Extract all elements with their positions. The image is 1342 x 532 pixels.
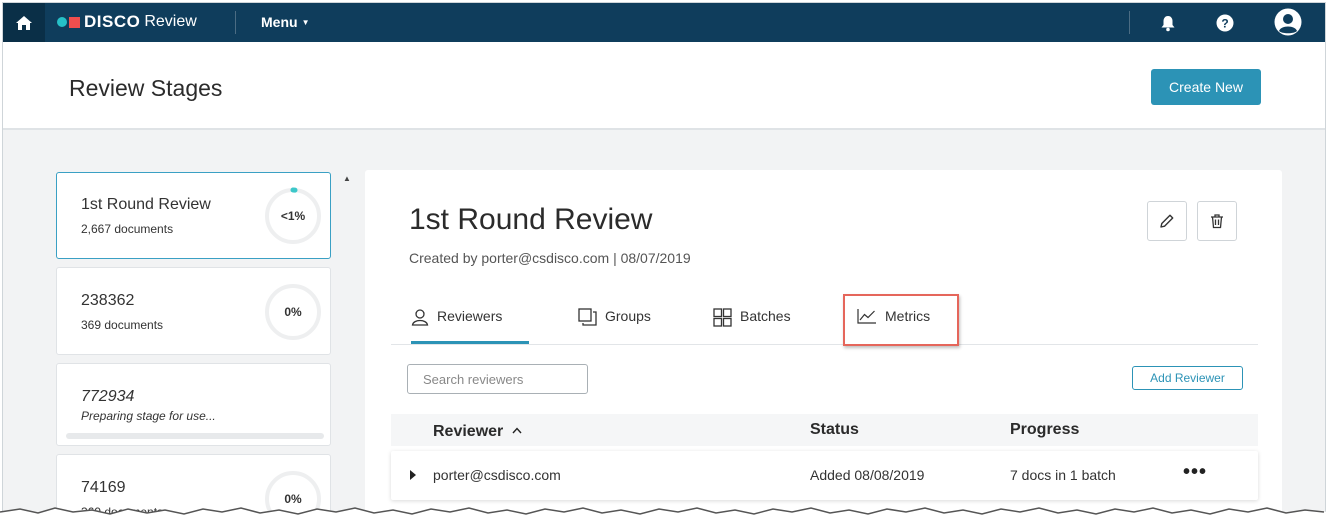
search-reviewers-input[interactable]: Search reviewers bbox=[407, 364, 588, 394]
metrics-highlight-annotation bbox=[843, 294, 959, 346]
bell-icon bbox=[1161, 15, 1175, 31]
column-label: Reviewer bbox=[433, 423, 504, 440]
stage-name: 238362 bbox=[81, 292, 135, 309]
sort-ascending-icon bbox=[512, 421, 522, 439]
brand-name: DISCO bbox=[84, 12, 141, 31]
add-reviewer-button[interactable]: Add Reviewer bbox=[1132, 366, 1243, 390]
tab-groups[interactable]: Groups bbox=[578, 300, 651, 344]
reviewer-status: Added 08/08/2019 bbox=[810, 467, 925, 483]
stage-title: 1st Round Review bbox=[409, 203, 653, 236]
divider bbox=[1129, 11, 1130, 34]
more-options-icon[interactable]: ••• bbox=[1183, 461, 1207, 484]
edit-button[interactable] bbox=[1147, 201, 1187, 241]
column-header-progress[interactable]: Progress bbox=[1010, 421, 1079, 439]
stage-doc-count: 2,667 documents bbox=[81, 222, 174, 236]
scroll-up-arrow-icon[interactable]: ▲ bbox=[343, 174, 351, 183]
product-name: Review bbox=[144, 13, 197, 30]
logo-square-icon bbox=[69, 16, 80, 28]
stage-name: 74169 bbox=[81, 479, 126, 496]
trash-icon bbox=[1211, 214, 1223, 229]
top-bar: DISCO Review Menu ▼ ? bbox=[3, 3, 1325, 42]
stage-card[interactable]: 772934 Preparing stage for use... bbox=[56, 363, 331, 446]
home-icon bbox=[16, 15, 32, 30]
user-icon bbox=[1274, 8, 1302, 36]
page-title: Review Stages bbox=[69, 75, 223, 101]
tab-batches[interactable]: Batches bbox=[713, 300, 791, 344]
grid-icon bbox=[713, 308, 732, 327]
reviewer-progress: 7 docs in 1 batch bbox=[1010, 467, 1116, 483]
stage-name: 772934 bbox=[81, 388, 135, 405]
reviewer-email: porter@csdisco.com bbox=[433, 467, 561, 483]
tab-divider bbox=[391, 344, 1258, 345]
app-window: DISCO Review Menu ▼ ? Review Stages Crea… bbox=[2, 2, 1326, 517]
home-button[interactable] bbox=[3, 3, 45, 42]
tab-reviewers[interactable]: Reviewers bbox=[411, 300, 529, 344]
menu-dropdown[interactable]: Menu ▼ bbox=[261, 14, 309, 30]
progress-label: <1% bbox=[280, 209, 306, 223]
stage-detail-panel: 1st Round Review Created by porter@csdis… bbox=[365, 170, 1282, 516]
table-row[interactable]: porter@csdisco.com Added 08/08/2019 7 do… bbox=[391, 451, 1258, 500]
table-header: Reviewer Status Progress bbox=[391, 414, 1258, 446]
page-header: Review Stages Create New bbox=[3, 42, 1325, 130]
divider bbox=[235, 11, 236, 34]
expand-row-icon[interactable] bbox=[410, 470, 416, 480]
groups-icon bbox=[578, 308, 597, 326]
stage-card[interactable]: 1st Round Review 2,667 documents <1% bbox=[56, 172, 331, 259]
tab-label: Reviewers bbox=[437, 308, 503, 324]
chevron-down-icon: ▼ bbox=[301, 18, 310, 27]
torn-edge-decoration bbox=[0, 507, 1342, 532]
create-new-button[interactable]: Create New bbox=[1151, 69, 1261, 105]
logo-dot-icon bbox=[57, 17, 67, 27]
logo[interactable]: DISCO Review bbox=[57, 12, 197, 32]
stage-name: 1st Round Review bbox=[81, 196, 211, 213]
account-button[interactable] bbox=[1273, 7, 1303, 37]
created-by: Created by porter@csdisco.com | 08/07/20… bbox=[409, 250, 691, 266]
pencil-icon bbox=[1160, 214, 1174, 228]
progress-label: 0% bbox=[284, 305, 302, 319]
stage-card[interactable]: 238362 369 documents 0% bbox=[56, 267, 331, 355]
delete-button[interactable] bbox=[1197, 201, 1237, 241]
stage-status: Preparing stage for use... bbox=[81, 409, 216, 423]
stage-doc-count: 369 documents bbox=[81, 318, 164, 332]
help-button[interactable]: ? bbox=[1213, 11, 1237, 35]
help-icon: ? bbox=[1216, 14, 1234, 32]
column-header-status[interactable]: Status bbox=[810, 421, 859, 439]
notifications-button[interactable] bbox=[1156, 11, 1180, 35]
preparing-progress-bar bbox=[66, 433, 324, 439]
tab-label: Batches bbox=[740, 308, 791, 324]
tab-label: Groups bbox=[605, 308, 651, 324]
svg-text:?: ? bbox=[1221, 17, 1228, 31]
menu-label: Menu bbox=[261, 14, 298, 30]
column-header-reviewer[interactable]: Reviewer bbox=[433, 421, 522, 441]
person-icon bbox=[411, 308, 429, 326]
